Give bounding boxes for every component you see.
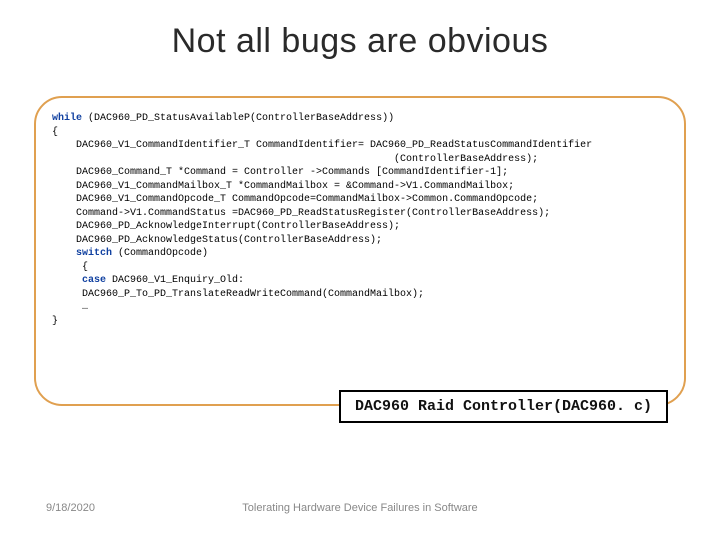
code-line: } [52, 316, 58, 327]
kw-switch: switch [52, 248, 118, 259]
kw-case: case [52, 275, 112, 286]
code-line: { [52, 262, 88, 273]
code-line: DAC960_PD_AcknowledgeInterrupt(Controlle… [52, 221, 400, 232]
code-line: (DAC960_PD_StatusAvailableP(ControllerBa… [88, 113, 394, 124]
code-caption: DAC960 Raid Controller(DAC960. c) [339, 390, 668, 423]
code-line: DAC960_V1_Enquiry_Old: [112, 275, 244, 286]
code-line: { [52, 127, 58, 138]
code-line: DAC960_Command_T *Command = Controller -… [52, 167, 508, 178]
slide-footer: Tolerating Hardware Device Failures in S… [0, 502, 720, 514]
code-block: while (DAC960_PD_StatusAvailableP(Contro… [52, 112, 668, 328]
code-line: DAC960_V1_CommandMailbox_T *CommandMailb… [52, 181, 514, 192]
code-line: DAC960_V1_CommandOpcode_T CommandOpcode=… [52, 194, 538, 205]
code-line: … [52, 302, 88, 313]
code-line: Command->V1.CommandStatus =DAC960_PD_Rea… [52, 208, 550, 219]
code-line: DAC960_V1_CommandIdentifier_T CommandIde… [52, 140, 592, 151]
code-line: (ControllerBaseAddress); [52, 154, 538, 165]
slide: Not all bugs are obvious while (DAC960_P… [0, 0, 720, 540]
code-line: DAC960_P_To_PD_TranslateReadWriteCommand… [52, 289, 424, 300]
code-line: (CommandOpcode) [118, 248, 208, 259]
code-line: DAC960_PD_AcknowledgeStatus(ControllerBa… [52, 235, 382, 246]
kw-while: while [52, 113, 88, 124]
code-panel: while (DAC960_PD_StatusAvailableP(Contro… [34, 96, 686, 406]
slide-title: Not all bugs are obvious [0, 0, 720, 61]
